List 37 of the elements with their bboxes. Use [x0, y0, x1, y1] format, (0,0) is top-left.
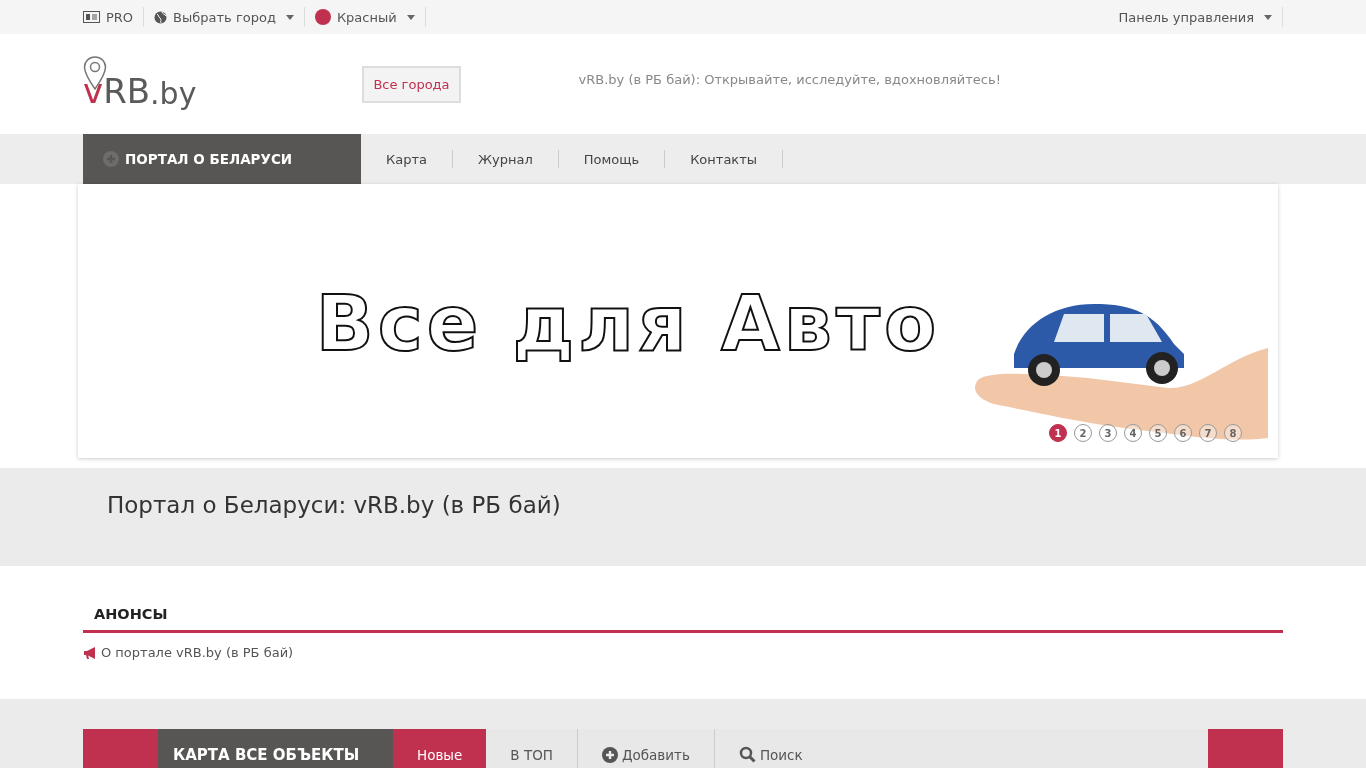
- slide-dot[interactable]: 5: [1149, 424, 1167, 442]
- slide-dot[interactable]: 1: [1049, 424, 1067, 442]
- page-title: Портал о Беларуси: vRB.by (в РБ бай): [106, 491, 562, 518]
- map-tab[interactable]: В ТОП: [486, 729, 578, 768]
- all-cities-button[interactable]: Все города: [362, 65, 461, 103]
- control-panel-menu[interactable]: Панель управления: [1118, 7, 1283, 27]
- map-tab[interactable]: Новые: [393, 729, 487, 768]
- slide-dot[interactable]: 7: [1199, 424, 1217, 442]
- map-tab[interactable]: Поиск: [714, 729, 827, 768]
- slide-dot[interactable]: 6: [1174, 424, 1192, 442]
- section-heading: АНОНСЫ: [83, 606, 1283, 633]
- caret-icon: [406, 14, 415, 20]
- site-slogan: vRB.by (в РБ бай): Открывайте, исследуйте, вдохновляйтесь!: [578, 71, 1001, 87]
- banner-title: Все для Авто: [315, 278, 941, 368]
- nav-link[interactable]: Контакты: [665, 150, 784, 168]
- theme-select[interactable]: Красный: [304, 7, 426, 27]
- nav-link[interactable]: Карта: [361, 150, 453, 168]
- globe-icon: [154, 10, 168, 24]
- nav-link[interactable]: Помощь: [558, 150, 666, 168]
- map-section-title: КАРТА ВСЕ ОБЪЕКТЫ: [158, 729, 393, 768]
- slide-dot[interactable]: 4: [1124, 424, 1142, 442]
- slide-dot[interactable]: 8: [1224, 424, 1242, 442]
- announcement-link[interactable]: О портале vRB.by (в РБ бай): [83, 645, 1283, 660]
- caret-icon: [1264, 14, 1272, 20]
- map-tab[interactable]: Добавить: [577, 729, 715, 768]
- portal-menu-button[interactable]: ПОРТАЛ О БЕЛАРУСИ: [83, 134, 361, 184]
- slide-dot[interactable]: 2: [1074, 424, 1092, 442]
- megaphone-icon: [83, 646, 97, 659]
- city-select[interactable]: Выбрать город: [144, 7, 305, 27]
- site-logo[interactable]: vRB.by: [83, 55, 197, 113]
- plus-icon: [601, 746, 618, 763]
- slide-dot[interactable]: 3: [1099, 424, 1117, 442]
- caret-icon: [285, 14, 294, 20]
- id-card-icon: [83, 11, 100, 23]
- nav-link[interactable]: Журнал: [453, 150, 559, 168]
- search-icon: [738, 746, 756, 763]
- pro-link[interactable]: PRO: [83, 7, 145, 27]
